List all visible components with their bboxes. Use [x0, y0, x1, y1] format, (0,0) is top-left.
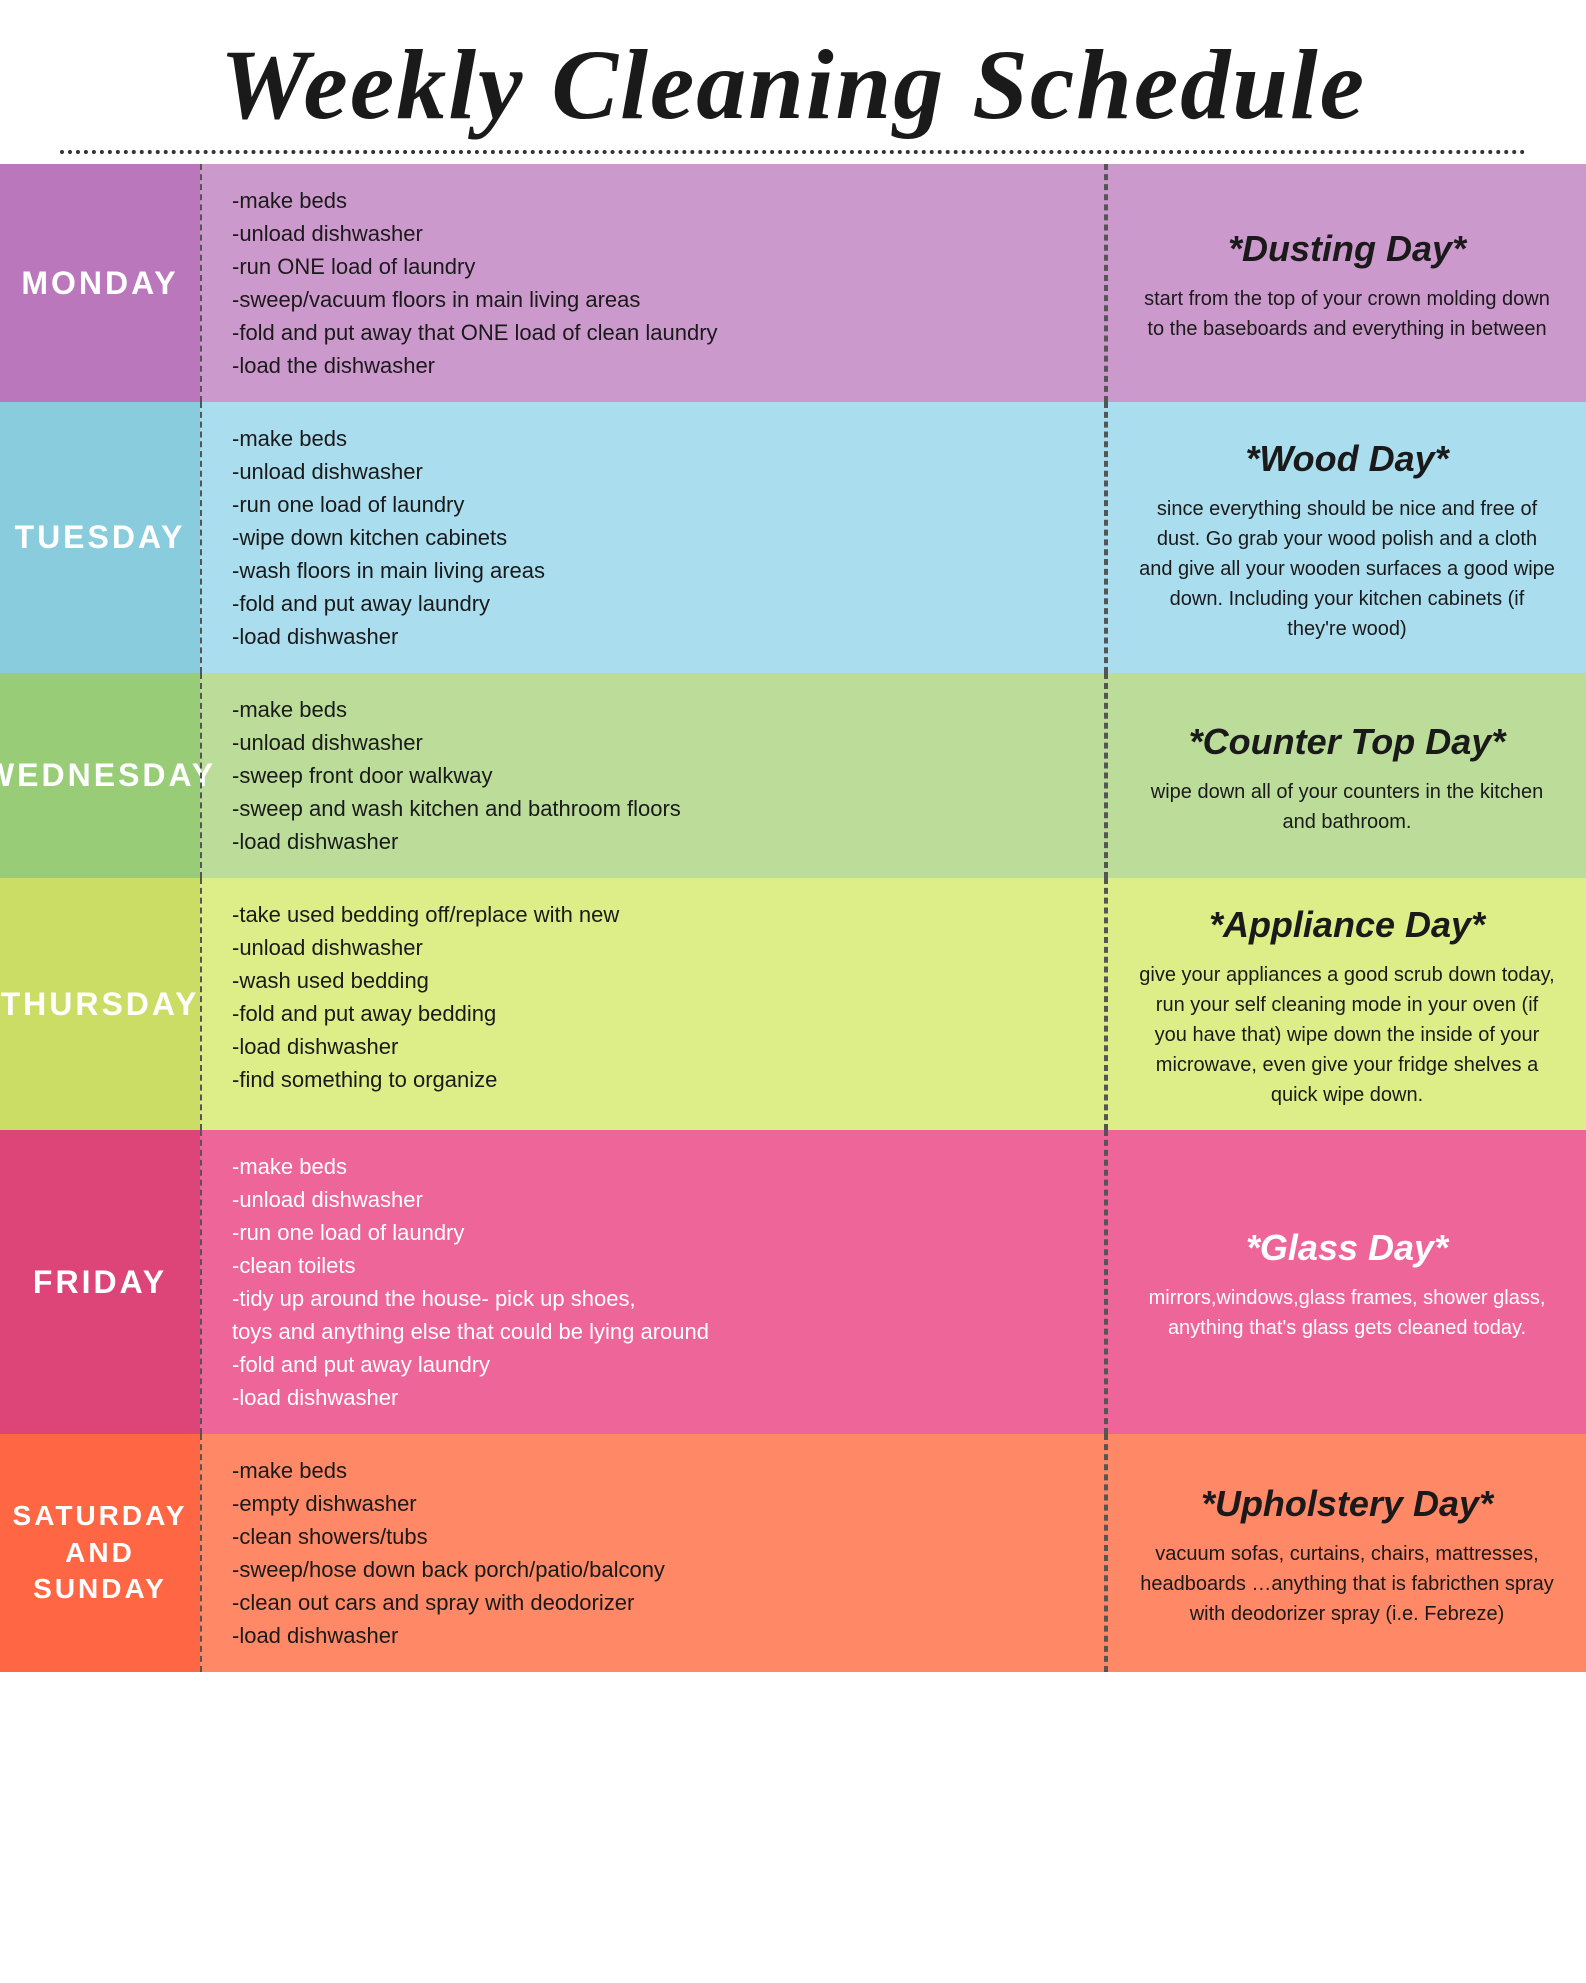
saturday-tasks: -make beds -empty dishwasher -clean show… — [200, 1434, 1106, 1672]
special-title: *Counter Top Day* — [1189, 715, 1506, 769]
task-item: -take used bedding off/replace with new — [232, 898, 1084, 931]
task-item: -unload dishwasher — [232, 1183, 1084, 1216]
task-item: -run one load of laundry — [232, 1216, 1084, 1249]
task-item: -load the dishwasher — [232, 349, 1084, 382]
friday-row: FRIDAY -make beds -unload dishwasher -ru… — [0, 1130, 1586, 1434]
thursday-tasks: -take used bedding off/replace with new … — [200, 878, 1106, 1130]
task-item: -make beds — [232, 184, 1084, 217]
wednesday-label: WEDNESDAY — [0, 673, 200, 878]
friday-special: *Glass Day* mirrors,windows,glass frames… — [1106, 1130, 1586, 1434]
task-item: -clean showers/tubs — [232, 1520, 1084, 1553]
task-item: -wipe down kitchen cabinets — [232, 521, 1084, 554]
task-item: -unload dishwasher — [232, 931, 1084, 964]
task-item: -unload dishwasher — [232, 726, 1084, 759]
task-item: -load dishwasher — [232, 1619, 1084, 1652]
task-item: -fold and put away that ONE load of clea… — [232, 316, 1084, 349]
task-item: -find something to organize — [232, 1063, 1084, 1096]
monday-row: MONDAY -make beds -unload dishwasher -ru… — [0, 164, 1586, 402]
special-title: *Appliance Day* — [1209, 898, 1485, 952]
special-title: *Wood Day* — [1245, 432, 1448, 486]
task-item: -fold and put away laundry — [232, 1348, 1084, 1381]
thursday-special: *Appliance Day* give your appliances a g… — [1106, 878, 1586, 1130]
task-item: -make beds — [232, 1150, 1084, 1183]
special-desc: mirrors,windows,glass frames, shower gla… — [1138, 1283, 1556, 1343]
task-item: -unload dishwasher — [232, 217, 1084, 250]
task-item: -load dishwasher — [232, 1381, 1084, 1414]
task-item: -empty dishwasher — [232, 1487, 1084, 1520]
saturday-row: SATURDAY AND SUNDAY -make beds -empty di… — [0, 1434, 1586, 1672]
task-item: -sweep and wash kitchen and bathroom flo… — [232, 792, 1084, 825]
monday-tasks: -make beds -unload dishwasher -run ONE l… — [200, 164, 1106, 402]
task-item: -load dishwasher — [232, 825, 1084, 858]
task-item: toys and anything else that could be lyi… — [232, 1315, 1084, 1348]
friday-tasks: -make beds -unload dishwasher -run one l… — [200, 1130, 1106, 1434]
special-desc: vacuum sofas, curtains, chairs, mattress… — [1138, 1539, 1556, 1629]
monday-special: *Dusting Day* start from the top of your… — [1106, 164, 1586, 402]
tuesday-tasks: -make beds -unload dishwasher -run one l… — [200, 402, 1106, 673]
task-item: -wash used bedding — [232, 964, 1084, 997]
thursday-label: THURSDAY — [0, 878, 200, 1130]
schedule: MONDAY -make beds -unload dishwasher -ru… — [0, 164, 1586, 1672]
page: Weekly Cleaning Schedule MONDAY -make be… — [0, 0, 1586, 1672]
special-desc: wipe down all of your counters in the ki… — [1138, 777, 1556, 837]
task-item: -run ONE load of laundry — [232, 250, 1084, 283]
tuesday-special: *Wood Day* since everything should be ni… — [1106, 402, 1586, 673]
task-item: -run one load of laundry — [232, 488, 1084, 521]
task-item: -make beds — [232, 1454, 1084, 1487]
header: Weekly Cleaning Schedule — [0, 0, 1586, 164]
tuesday-row: TUESDAY -make beds -unload dishwasher -r… — [0, 402, 1586, 673]
task-item: -wash floors in main living areas — [232, 554, 1084, 587]
task-item: -unload dishwasher — [232, 455, 1084, 488]
tuesday-label: TUESDAY — [0, 402, 200, 673]
task-item: -sweep/hose down back porch/patio/balcon… — [232, 1553, 1084, 1586]
task-item: -sweep front door walkway — [232, 759, 1084, 792]
task-item: -make beds — [232, 422, 1084, 455]
divider — [60, 150, 1526, 154]
task-item: -fold and put away laundry — [232, 587, 1084, 620]
task-item: -load dishwasher — [232, 1030, 1084, 1063]
special-title: *Upholstery Day* — [1201, 1477, 1493, 1531]
task-item: -fold and put away bedding — [232, 997, 1084, 1030]
page-title: Weekly Cleaning Schedule — [20, 30, 1566, 140]
wednesday-row: WEDNESDAY -make beds -unload dishwasher … — [0, 673, 1586, 878]
wednesday-tasks: -make beds -unload dishwasher -sweep fro… — [200, 673, 1106, 878]
task-item: -clean toilets — [232, 1249, 1084, 1282]
task-item: -load dishwasher — [232, 620, 1084, 653]
monday-label: MONDAY — [0, 164, 200, 402]
special-title: *Glass Day* — [1246, 1221, 1448, 1275]
wednesday-special: *Counter Top Day* wipe down all of your … — [1106, 673, 1586, 878]
special-title: *Dusting Day* — [1228, 222, 1466, 276]
special-desc: start from the top of your crown molding… — [1138, 284, 1556, 344]
task-item: -tidy up around the house- pick up shoes… — [232, 1282, 1084, 1315]
special-desc: give your appliances a good scrub down t… — [1138, 960, 1556, 1110]
friday-label: FRIDAY — [0, 1130, 200, 1434]
special-desc: since everything should be nice and free… — [1138, 494, 1556, 644]
task-item: -sweep/vacuum floors in main living area… — [232, 283, 1084, 316]
saturday-special: *Upholstery Day* vacuum sofas, curtains,… — [1106, 1434, 1586, 1672]
task-item: -clean out cars and spray with deodorize… — [232, 1586, 1084, 1619]
task-item: -make beds — [232, 693, 1084, 726]
saturday-label: SATURDAY AND SUNDAY — [0, 1434, 200, 1672]
thursday-row: THURSDAY -take used bedding off/replace … — [0, 878, 1586, 1130]
